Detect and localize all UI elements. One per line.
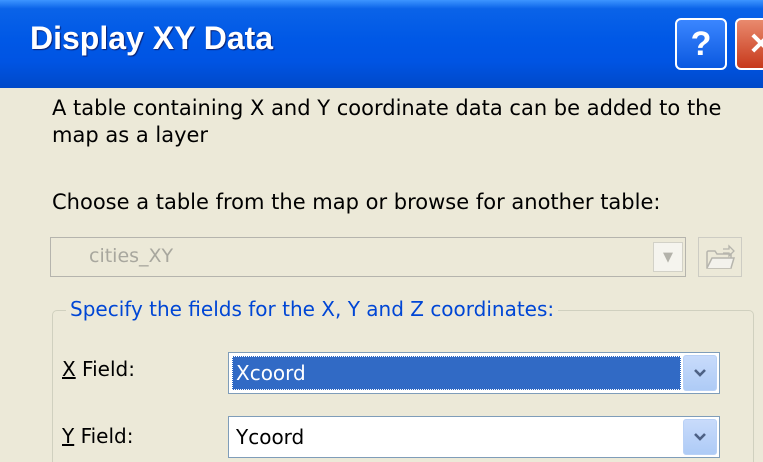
x-field-accel: X [62, 357, 76, 381]
title-bar[interactable]: Display XY Data ? ✕ [0, 0, 763, 88]
y-field-value: Ycoord [236, 425, 305, 449]
coordinates-group-legend: Specify the fields for the X, Y and Z co… [66, 297, 559, 321]
y-field-accel: Y [62, 424, 75, 448]
choose-table-label: Choose a table from the map or browse fo… [52, 190, 661, 214]
chevron-down-icon[interactable] [683, 419, 717, 455]
x-field-value: Xcoord [232, 356, 681, 390]
dialog-description: A table containing X and Y coordinate da… [52, 96, 722, 147]
open-folder-icon [706, 244, 735, 269]
x-field-label-text: Field: [75, 357, 135, 381]
y-field-label-text: Field: [74, 424, 134, 448]
window-title: Display XY Data [30, 20, 274, 56]
x-field-label: X Field: [62, 357, 135, 381]
browse-button[interactable] [698, 237, 742, 277]
table-dropdown[interactable]: cities_XY ▼ [50, 237, 686, 277]
help-button[interactable]: ? [675, 18, 727, 70]
table-dropdown-value: cities_XY [89, 245, 174, 267]
chevron-down-icon[interactable]: ▼ [653, 242, 683, 272]
display-xy-data-dialog: Display XY Data ? ✕ A table containing X… [0, 0, 763, 462]
chevron-down-icon[interactable] [683, 355, 717, 391]
close-button[interactable]: ✕ [735, 18, 763, 70]
y-field-label: Y Field: [62, 424, 133, 448]
y-field-dropdown[interactable]: Ycoord [228, 416, 720, 458]
x-field-dropdown[interactable]: Xcoord [228, 352, 720, 394]
